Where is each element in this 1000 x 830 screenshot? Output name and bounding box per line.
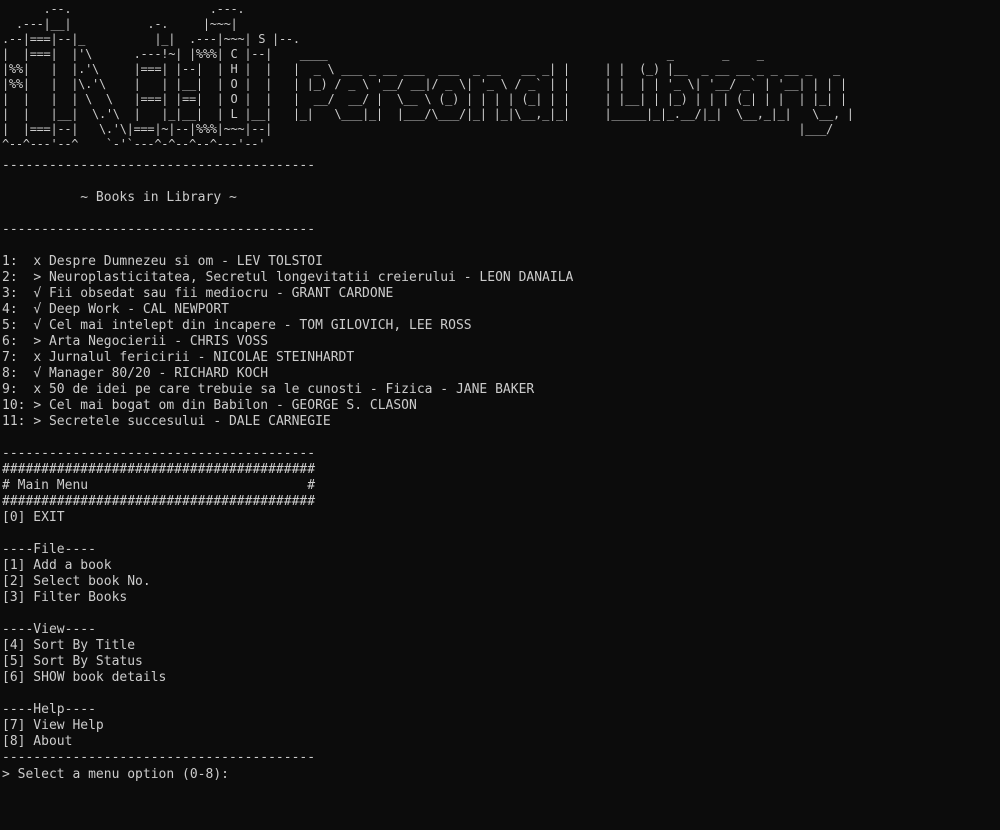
blank-line bbox=[2, 206, 998, 222]
blank-line bbox=[2, 238, 998, 254]
book-list: 1: x Despre Dumnezeu si om - LEV TOLSTOI… bbox=[2, 254, 998, 430]
book-status-icon: > bbox=[33, 334, 42, 349]
book-status-icon: √ bbox=[33, 302, 42, 317]
divider: ---------------------------------------- bbox=[2, 750, 316, 765]
book-row: 5: √ Cel mai intelept din incapere - TOM… bbox=[2, 318, 998, 334]
book-row: 1: x Despre Dumnezeu si om - LEV TOLSTOI bbox=[2, 254, 998, 270]
book-number: 3: bbox=[2, 286, 18, 301]
book-number: 4: bbox=[2, 302, 18, 317]
book-number: 7: bbox=[2, 350, 18, 365]
menu-option-view-help: [7] View Help bbox=[2, 718, 104, 733]
book-title-author: Jurnalul fericirii - NICOLAE STEINHARDT bbox=[48, 350, 355, 365]
book-title-author: Deep Work - CAL NEWPORT bbox=[48, 302, 229, 317]
blank-line bbox=[2, 174, 998, 190]
view-section-header: ----View---- bbox=[2, 622, 96, 637]
blank-line bbox=[2, 526, 998, 542]
book-row: 11: > Secretele succesului - DALE CARNEG… bbox=[2, 414, 998, 430]
book-status-icon: x bbox=[33, 350, 42, 365]
blank-line bbox=[2, 430, 998, 446]
console-output: ----------------------------------------… bbox=[2, 158, 998, 782]
ascii-banner: .--. .---. .---|__| .-. |~~~| .--|===|--… bbox=[2, 2, 854, 151]
hash-border: ######################################## bbox=[2, 462, 316, 477]
book-title-author: Secretele succesului - DALE CARNEGIE bbox=[48, 414, 331, 429]
menu-option-sort-title: [4] Sort By Title bbox=[2, 638, 136, 653]
book-row: 9: x 50 de idei pe care trebuie sa le cu… bbox=[2, 382, 998, 398]
book-row: 2: > Neuroplasticitatea, Secretul longev… bbox=[2, 270, 998, 286]
menu-prompt: > Select a menu option (0-8): bbox=[2, 767, 229, 782]
book-title-author: Manager 80/20 - RICHARD KOCH bbox=[48, 366, 269, 381]
book-number: 8: bbox=[2, 366, 18, 381]
book-number: 6: bbox=[2, 334, 18, 349]
help-section-header: ----Help---- bbox=[2, 702, 96, 717]
main-menu-title: # Main Menu # bbox=[2, 478, 316, 493]
book-status-icon: √ bbox=[33, 318, 42, 333]
book-status-icon: √ bbox=[33, 286, 42, 301]
book-row: 4: √ Deep Work - CAL NEWPORT bbox=[2, 302, 998, 318]
blank-line bbox=[2, 606, 998, 622]
book-title-author: Neuroplasticitatea, Secretul longevitati… bbox=[48, 270, 574, 285]
divider: ---------------------------------------- bbox=[2, 446, 316, 461]
book-number: 2: bbox=[2, 270, 18, 285]
book-status-icon: x bbox=[33, 382, 42, 397]
book-status-icon: > bbox=[33, 270, 42, 285]
book-title-author: Arta Negocierii - CHRIS VOSS bbox=[48, 334, 269, 349]
menu-option-show-details: [6] SHOW book details bbox=[2, 670, 167, 685]
divider: ---------------------------------------- bbox=[2, 158, 316, 173]
file-section-header: ----File---- bbox=[2, 542, 96, 557]
book-row: 6: > Arta Negocierii - CHRIS VOSS bbox=[2, 334, 998, 350]
book-status-icon: > bbox=[33, 414, 42, 429]
book-title-author: Despre Dumnezeu si om - LEV TOLSTOI bbox=[48, 254, 323, 269]
book-number: 5: bbox=[2, 318, 18, 333]
book-number: 9: bbox=[2, 382, 18, 397]
book-row: 3: √ Fii obsedat sau fii mediocru - GRAN… bbox=[2, 286, 998, 302]
book-status-icon: > bbox=[33, 398, 42, 413]
book-status-icon: x bbox=[33, 254, 42, 269]
book-title-author: Cel mai intelept din incapere - TOM GILO… bbox=[48, 318, 472, 333]
section-title-text: ~ Books in Library ~ bbox=[80, 190, 237, 205]
hash-border: ######################################## bbox=[2, 494, 316, 509]
book-row: 7: x Jurnalul fericirii - NICOLAE STEINH… bbox=[2, 350, 998, 366]
input-cursor[interactable] bbox=[237, 766, 245, 780]
section-title: ~ Books in Library ~ bbox=[2, 190, 998, 206]
menu-option-select-book: [2] Select book No. bbox=[2, 574, 151, 589]
book-title-author: Fii obsedat sau fii mediocru - GRANT CAR… bbox=[48, 286, 394, 301]
menu-option-add-book: [1] Add a book bbox=[2, 558, 112, 573]
divider: ---------------------------------------- bbox=[2, 222, 316, 237]
menu-option-sort-status: [5] Sort By Status bbox=[2, 654, 143, 669]
menu-option-about: [8] About bbox=[2, 734, 73, 749]
menu-option-exit: [0] EXIT bbox=[2, 510, 65, 525]
book-status-icon: √ bbox=[33, 366, 42, 381]
book-title-author: Cel mai bogat om din Babilon - GEORGE S.… bbox=[48, 398, 417, 413]
prompt-line[interactable]: > Select a menu option (0-8): bbox=[2, 766, 998, 782]
menu-option-filter-books: [3] Filter Books bbox=[2, 590, 128, 605]
book-number: 10: bbox=[2, 398, 26, 413]
book-title-author: 50 de idei pe care trebuie sa le cunosti… bbox=[48, 382, 535, 397]
book-row: 8: √ Manager 80/20 - RICHARD KOCH bbox=[2, 366, 998, 382]
book-number: 11: bbox=[2, 414, 26, 429]
book-row: 10: > Cel mai bogat om din Babilon - GEO… bbox=[2, 398, 998, 414]
blank-line bbox=[2, 686, 998, 702]
book-number: 1: bbox=[2, 254, 18, 269]
